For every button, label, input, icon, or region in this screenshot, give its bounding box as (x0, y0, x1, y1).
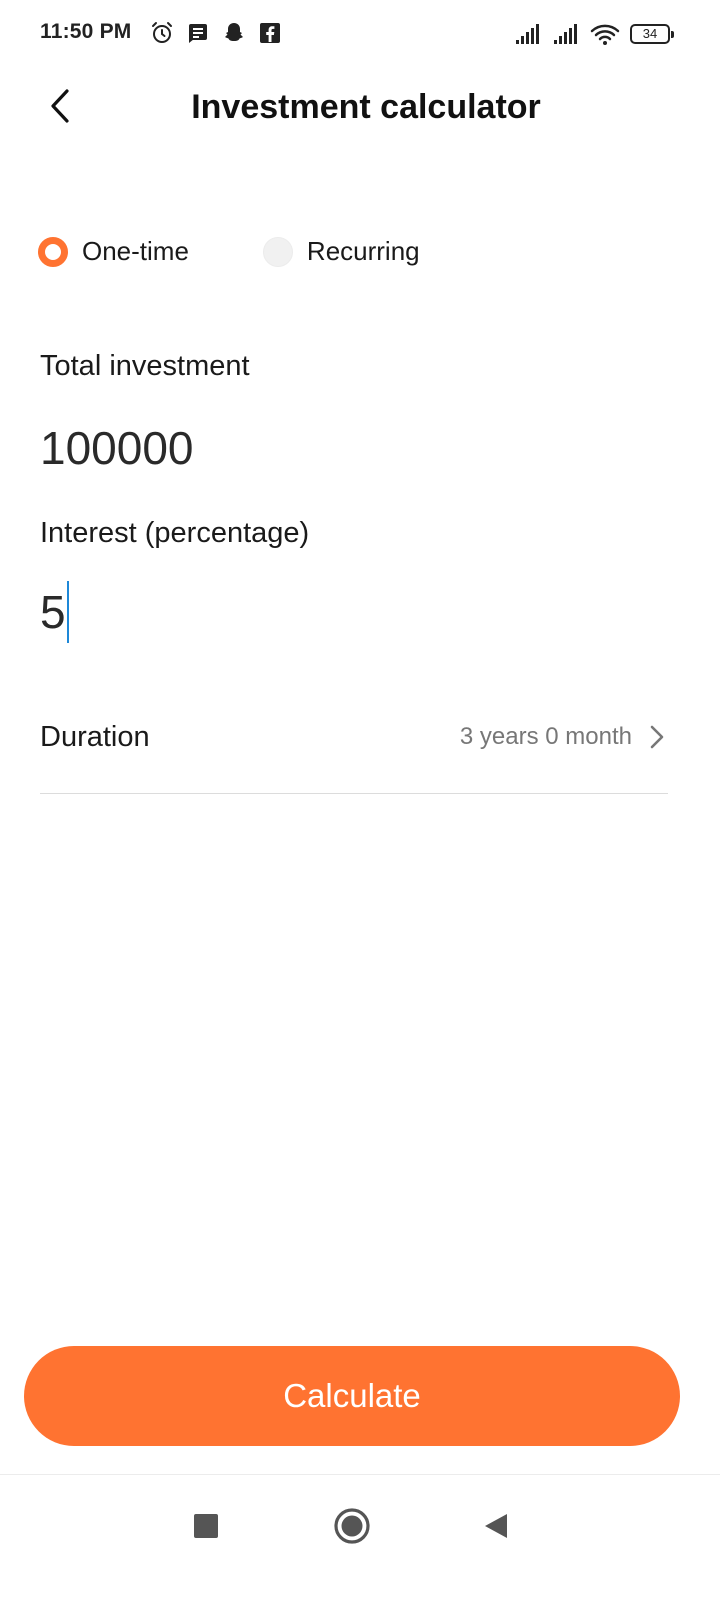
signal-icon (516, 24, 539, 44)
snapchat-icon (225, 23, 243, 41)
total-investment-value: 100000 (40, 422, 194, 474)
divider (40, 793, 668, 794)
interest-input[interactable]: 5 (40, 580, 69, 644)
duration-row[interactable]: Duration 3 years 0 month (40, 700, 668, 774)
facebook-icon (260, 23, 280, 43)
navigation-bar (0, 1476, 720, 1600)
back-nav-button[interactable] (468, 1498, 524, 1554)
investment-type-radio-group: One-time Recurring (38, 236, 420, 267)
nav-divider (0, 1474, 720, 1475)
duration-value: 3 years 0 month (459, 723, 632, 750)
signal-icon (554, 24, 577, 44)
battery-level: 34 (642, 26, 658, 41)
notification-icons (150, 21, 282, 45)
total-investment-input[interactable]: 100000 (40, 418, 194, 478)
page-title: Investment calculator (191, 88, 541, 126)
recurring-radio[interactable]: Recurring (262, 236, 420, 267)
wifi-icon (590, 24, 620, 45)
recents-square-icon (194, 1514, 218, 1538)
one-time-label: One-time (82, 236, 189, 266)
status-bar: 11:50 PM 34 (0, 0, 720, 70)
total-investment-label: Total investment (40, 350, 250, 382)
alarm-icon (152, 22, 172, 43)
recents-button[interactable] (178, 1498, 234, 1554)
calculate-button[interactable]: Calculate (24, 1346, 680, 1446)
home-button[interactable] (324, 1498, 380, 1554)
interest-label: Interest (percentage) (40, 517, 310, 549)
recurring-label: Recurring (306, 236, 420, 266)
radio-checked-icon (38, 236, 68, 267)
chevron-right-icon (650, 725, 664, 749)
status-time: 11:50 PM (40, 20, 132, 43)
duration-label: Duration (40, 720, 150, 753)
battery-icon: 34 (630, 24, 674, 44)
home-circle-icon (334, 1508, 370, 1544)
system-icons: 34 (514, 22, 674, 46)
text-cursor (66, 581, 69, 643)
interest-value: 5 (40, 586, 66, 638)
one-time-radio[interactable]: One-time (38, 236, 189, 267)
radio-unchecked-icon (262, 236, 293, 267)
message-icon (189, 24, 207, 43)
back-triangle-icon (485, 1514, 507, 1538)
